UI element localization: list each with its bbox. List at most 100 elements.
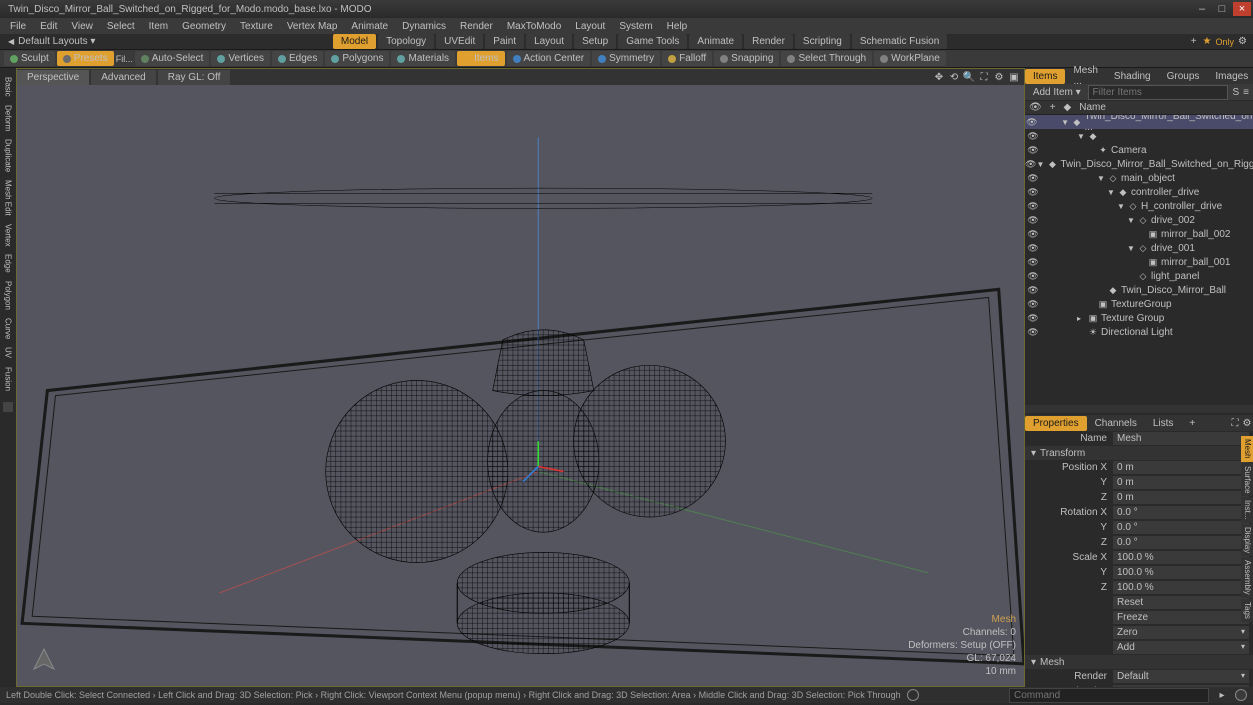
property-value[interactable]: 0.0 °: [1113, 506, 1249, 519]
layout-tab-game-tools[interactable]: Game Tools: [618, 34, 687, 49]
menu-maxtomodo[interactable]: MaxToModo: [501, 20, 567, 33]
right-tab-surface[interactable]: Surface: [1241, 463, 1253, 497]
twist-icon[interactable]: ▼: [1061, 118, 1069, 127]
back-arrow-icon[interactable]: ◀: [8, 37, 14, 46]
property-value[interactable]: 0 m: [1113, 476, 1249, 489]
left-tab-duplicate[interactable]: Duplicate: [3, 136, 14, 175]
prop-tab-lists[interactable]: Lists: [1145, 416, 1182, 431]
command-history-button[interactable]: ▸: [1215, 690, 1229, 701]
left-tab-curve[interactable]: Curve: [3, 315, 14, 342]
twist-icon[interactable]: ▼: [1097, 174, 1105, 183]
viewport-tab-raygl[interactable]: Ray GL: Off: [158, 70, 231, 85]
menu-item[interactable]: Item: [143, 20, 174, 33]
star-icon[interactable]: ★: [1203, 36, 1212, 47]
item-tab-images[interactable]: Images: [1207, 69, 1253, 84]
tree-item[interactable]: 👁▼◆Twin_Disco_Mirror_Ball_Switched_on ..…: [1025, 115, 1253, 129]
eye-icon[interactable]: 👁: [1025, 145, 1041, 156]
layout-tab-topology[interactable]: Topology: [378, 34, 434, 49]
tree-item[interactable]: 👁▼◆controller_drive: [1025, 185, 1253, 199]
right-tab-display[interactable]: Display: [1241, 524, 1253, 556]
eye-icon[interactable]: 👁: [1025, 215, 1041, 226]
rotate-icon[interactable]: ⟲: [948, 71, 960, 83]
menu-select[interactable]: Select: [101, 20, 141, 33]
left-tab-mesh-edit[interactable]: Mesh Edit: [3, 177, 14, 219]
tree-item[interactable]: 👁▼◇drive_001: [1025, 241, 1253, 255]
menu-system[interactable]: System: [613, 20, 658, 33]
right-tab-mesh[interactable]: Mesh: [1241, 436, 1253, 462]
tree-scrollbar[interactable]: [1025, 405, 1253, 413]
eye-icon[interactable]: 👁: [1025, 173, 1041, 184]
layout-tab-paint[interactable]: Paint: [485, 34, 524, 49]
viewport-tab-perspective[interactable]: Perspective: [17, 70, 89, 85]
twist-icon[interactable]: ▸: [1077, 314, 1085, 323]
tool-falloff[interactable]: Falloff: [662, 51, 712, 66]
tool-select-through[interactable]: Select Through: [781, 51, 872, 66]
eye-icon[interactable]: 👁: [1025, 131, 1041, 142]
eye-icon[interactable]: 👁: [1025, 299, 1041, 310]
menu-view[interactable]: View: [65, 20, 99, 33]
layout-tab-setup[interactable]: Setup: [574, 34, 616, 49]
tool-auto-select[interactable]: Auto-Select: [135, 51, 210, 66]
prop-tab-channels[interactable]: Channels: [1087, 416, 1145, 431]
menu-dynamics[interactable]: Dynamics: [396, 20, 452, 33]
left-tab-polygon[interactable]: Polygon: [3, 278, 14, 313]
property-value[interactable]: 0 m: [1113, 491, 1249, 504]
tree-item[interactable]: 👁▼◇H_controller_drive: [1025, 199, 1253, 213]
layout-tab-scripting[interactable]: Scripting: [795, 34, 850, 49]
tree-item[interactable]: 👁◇light_panel: [1025, 269, 1253, 283]
filter-items-input[interactable]: [1088, 85, 1228, 100]
tree-item[interactable]: 👁▼◇main_object: [1025, 171, 1253, 185]
add-item-dropdown[interactable]: Add Item ▾: [1029, 87, 1084, 98]
minimize-button[interactable]: –: [1193, 2, 1211, 16]
menu-file[interactable]: File: [4, 20, 32, 33]
menu-geometry[interactable]: Geometry: [176, 20, 232, 33]
gear-icon[interactable]: ⚙: [993, 71, 1005, 83]
layout-tab-model[interactable]: Model: [333, 34, 376, 49]
add-layout-button[interactable]: +: [1185, 34, 1203, 49]
filter-s-button[interactable]: S: [1232, 87, 1239, 98]
color-swatch[interactable]: [3, 402, 13, 412]
close-button[interactable]: ×: [1233, 2, 1251, 16]
tool-items[interactable]: Items: [457, 51, 504, 66]
fit-icon[interactable]: ⛶: [978, 71, 990, 83]
menu-texture[interactable]: Texture: [234, 20, 279, 33]
left-tab-vertex[interactable]: Vertex: [3, 221, 14, 250]
prop-tab-+[interactable]: +: [1181, 416, 1203, 431]
menu-vertex-map[interactable]: Vertex Map: [281, 20, 344, 33]
transform-section[interactable]: ▾Transform: [1025, 446, 1253, 460]
eye-icon[interactable]: 👁: [1025, 201, 1041, 212]
diamond-icon[interactable]: ◆: [1064, 102, 1072, 113]
left-tab-fusion[interactable]: Fusion: [3, 364, 14, 394]
eye-icon[interactable]: 👁: [1025, 257, 1041, 268]
tool-action-center[interactable]: Action Center: [507, 51, 591, 66]
tree-item[interactable]: 👁▼◆Twin_Disco_Mirror_Ball_Switched_on_Ri…: [1025, 157, 1253, 171]
left-tab-edge[interactable]: Edge: [3, 251, 14, 276]
zero-button[interactable]: Zero: [1113, 626, 1249, 639]
tree-item[interactable]: 👁▼◇drive_002: [1025, 213, 1253, 227]
right-tab-inst[interactable]: Inst...: [1241, 497, 1253, 523]
eye-icon[interactable]: 👁: [1025, 159, 1036, 170]
viewport[interactable]: Mesh Channels: 0 Deformers: Setup (OFF) …: [17, 85, 1024, 686]
layout-tab-animate[interactable]: Animate: [689, 34, 742, 49]
plus-icon[interactable]: +: [1050, 102, 1056, 113]
layout-tab-render[interactable]: Render: [744, 34, 793, 49]
property-value[interactable]: 0.0 %: [1113, 685, 1249, 688]
eye-icon[interactable]: 👁: [1025, 313, 1041, 324]
property-value[interactable]: 100.0 %: [1113, 551, 1249, 564]
twist-icon[interactable]: ▼: [1117, 202, 1125, 211]
property-value[interactable]: 0.0 °: [1113, 536, 1249, 549]
layout-tab-schematic-fusion[interactable]: Schematic Fusion: [852, 34, 947, 49]
menu-help[interactable]: Help: [661, 20, 694, 33]
tool-vertices[interactable]: Vertices: [211, 51, 270, 66]
eye-icon[interactable]: 👁: [1029, 102, 1042, 113]
tree-item[interactable]: 👁◆Twin_Disco_Mirror_Ball: [1025, 283, 1253, 297]
viewport-tab-advanced[interactable]: Advanced: [91, 70, 155, 85]
freeze-button[interactable]: Freeze: [1113, 611, 1249, 624]
maximize-button[interactable]: □: [1213, 2, 1231, 16]
gear-icon[interactable]: ⚙: [1241, 417, 1253, 429]
tree-item[interactable]: 👁▣mirror_ball_002: [1025, 227, 1253, 241]
twist-icon[interactable]: ▼: [1077, 132, 1085, 141]
property-value[interactable]: 0 m: [1113, 461, 1249, 474]
tool-symmetry[interactable]: Symmetry: [592, 51, 660, 66]
tree-item[interactable]: 👁▣mirror_ball_001: [1025, 255, 1253, 269]
